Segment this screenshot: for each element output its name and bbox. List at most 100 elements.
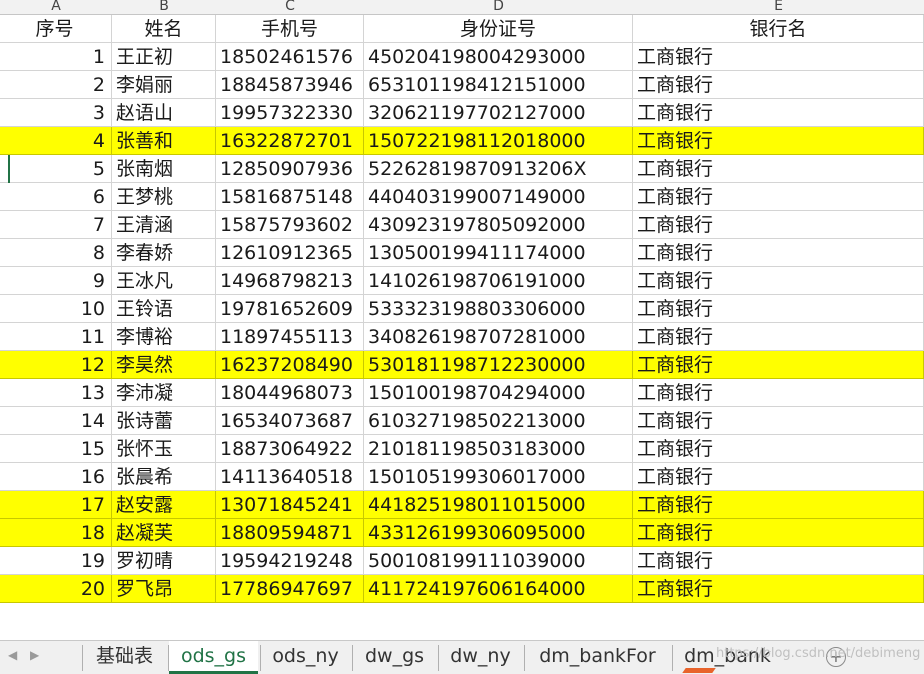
table-cell[interactable]: 6 — [0, 183, 112, 211]
table-cell[interactable]: 罗初晴 — [112, 547, 216, 575]
table-cell[interactable]: 李昊然 — [112, 351, 216, 379]
table-cell[interactable]: 20 — [0, 575, 112, 603]
table-cell[interactable]: 工商银行 — [633, 379, 924, 407]
table-cell[interactable]: 16237208490 — [216, 351, 364, 379]
table-cell[interactable]: 1 — [0, 43, 112, 71]
column-letter[interactable]: C — [216, 0, 364, 14]
table-cell[interactable]: 150100198704294000 — [364, 379, 633, 407]
header-cell[interactable]: 银行名 — [633, 15, 924, 43]
table-cell[interactable]: 14968798213 — [216, 267, 364, 295]
table-cell[interactable]: 12610912365 — [216, 239, 364, 267]
table-cell[interactable]: 441825198011015000 — [364, 491, 633, 519]
table-cell[interactable]: 18044968073 — [216, 379, 364, 407]
table-cell[interactable]: 张诗蕾 — [112, 407, 216, 435]
table-cell[interactable]: 工商银行 — [633, 99, 924, 127]
table-cell[interactable]: 11897455113 — [216, 323, 364, 351]
sheet-tab[interactable]: dm_bankFor — [525, 641, 670, 674]
table-cell[interactable]: 320621197702127000 — [364, 99, 633, 127]
column-letter[interactable]: E — [633, 0, 924, 14]
table-cell[interactable]: 工商银行 — [633, 463, 924, 491]
table-cell[interactable]: 赵凝芙 — [112, 519, 216, 547]
table-cell[interactable]: 19594219248 — [216, 547, 364, 575]
table-cell[interactable]: 工商银行 — [633, 491, 924, 519]
table-cell[interactable]: 工商银行 — [633, 183, 924, 211]
table-cell[interactable]: 340826198707281000 — [364, 323, 633, 351]
sheet-tab[interactable]: ods_gs — [169, 641, 258, 674]
table-cell[interactable]: 14 — [0, 407, 112, 435]
table-cell[interactable]: 李博裕 — [112, 323, 216, 351]
table-cell[interactable]: 14113640518 — [216, 463, 364, 491]
table-cell[interactable]: 工商银行 — [633, 239, 924, 267]
table-cell[interactable]: 工商银行 — [633, 575, 924, 603]
table-cell[interactable]: 工商银行 — [633, 407, 924, 435]
header-cell[interactable]: 手机号 — [216, 15, 364, 43]
table-cell[interactable]: 500108199111039000 — [364, 547, 633, 575]
table-cell[interactable]: 18873064922 — [216, 435, 364, 463]
table-cell[interactable]: 张善和 — [112, 127, 216, 155]
table-cell[interactable]: 李娟丽 — [112, 71, 216, 99]
column-letter[interactable]: D — [364, 0, 633, 14]
table-cell[interactable]: 王梦桃 — [112, 183, 216, 211]
table-cell[interactable]: 141026198706191000 — [364, 267, 633, 295]
table-cell[interactable]: 17 — [0, 491, 112, 519]
table-cell[interactable]: 17786947697 — [216, 575, 364, 603]
table-cell[interactable]: 工商银行 — [633, 267, 924, 295]
table-cell[interactable]: 130500199411174000 — [364, 239, 633, 267]
table-cell[interactable]: 9 — [0, 267, 112, 295]
table-cell[interactable]: 王清涵 — [112, 211, 216, 239]
table-cell[interactable]: 工商银行 — [633, 43, 924, 71]
sheet-tab[interactable]: dw_ny — [439, 641, 522, 674]
table-cell[interactable]: 610327198502213000 — [364, 407, 633, 435]
table-cell[interactable]: 18502461576 — [216, 43, 364, 71]
header-cell[interactable]: 序号 — [0, 15, 112, 43]
table-cell[interactable]: 工商银行 — [633, 211, 924, 239]
table-cell[interactable]: 533323198803306000 — [364, 295, 633, 323]
table-cell[interactable]: 16 — [0, 463, 112, 491]
table-cell[interactable]: 13 — [0, 379, 112, 407]
table-cell[interactable]: 工商银行 — [633, 323, 924, 351]
table-cell[interactable]: 工商银行 — [633, 155, 924, 183]
header-cell[interactable]: 身份证号 — [364, 15, 633, 43]
table-cell[interactable]: 11 — [0, 323, 112, 351]
table-cell[interactable]: 4 — [0, 127, 112, 155]
table-cell[interactable]: 工商银行 — [633, 435, 924, 463]
table-cell[interactable]: 工商银行 — [633, 547, 924, 575]
table-cell[interactable]: 罗飞昂 — [112, 575, 216, 603]
table-cell[interactable]: 653101198412151000 — [364, 71, 633, 99]
table-cell[interactable]: 张晨希 — [112, 463, 216, 491]
table-cell[interactable]: 15816875148 — [216, 183, 364, 211]
table-cell[interactable]: 张南烟 — [112, 155, 216, 183]
table-cell[interactable]: 7 — [0, 211, 112, 239]
table-cell[interactable]: 李沛凝 — [112, 379, 216, 407]
table-cell[interactable]: 12850907936 — [216, 155, 364, 183]
table-cell[interactable]: 440403199007149000 — [364, 183, 633, 211]
table-cell[interactable]: 150722198112018000 — [364, 127, 633, 155]
scroll-tabs-left-icon[interactable]: ◀ — [8, 648, 17, 662]
table-cell[interactable]: 工商银行 — [633, 519, 924, 547]
table-cell[interactable]: 工商银行 — [633, 295, 924, 323]
table-cell[interactable]: 2 — [0, 71, 112, 99]
table-cell[interactable]: 赵语山 — [112, 99, 216, 127]
table-cell[interactable]: 433126199306095000 — [364, 519, 633, 547]
table-cell[interactable]: 王冰凡 — [112, 267, 216, 295]
scroll-tabs-right-icon[interactable]: ▶ — [30, 648, 39, 662]
sheet-tab[interactable]: ods_ny — [261, 641, 350, 674]
column-letter[interactable]: B — [112, 0, 216, 14]
table-cell[interactable]: 16322872701 — [216, 127, 364, 155]
table-cell[interactable]: 工商银行 — [633, 71, 924, 99]
table-cell[interactable]: 210181198503183000 — [364, 435, 633, 463]
table-cell[interactable]: 19957322330 — [216, 99, 364, 127]
table-cell[interactable]: 450204198004293000 — [364, 43, 633, 71]
table-cell[interactable]: 52262819870913206X — [364, 155, 633, 183]
table-cell[interactable]: 18809594871 — [216, 519, 364, 547]
table-cell[interactable]: 150105199306017000 — [364, 463, 633, 491]
table-cell[interactable]: 530181198712230000 — [364, 351, 633, 379]
table-cell[interactable]: 工商银行 — [633, 127, 924, 155]
table-cell[interactable]: 19 — [0, 547, 112, 575]
table-cell[interactable]: 赵安露 — [112, 491, 216, 519]
sheet-tab[interactable]: dw_gs — [353, 641, 436, 674]
table-cell[interactable]: 411724197606164000 — [364, 575, 633, 603]
table-cell[interactable]: 3 — [0, 99, 112, 127]
table-cell[interactable]: 430923197805092000 — [364, 211, 633, 239]
table-cell[interactable]: 19781652609 — [216, 295, 364, 323]
